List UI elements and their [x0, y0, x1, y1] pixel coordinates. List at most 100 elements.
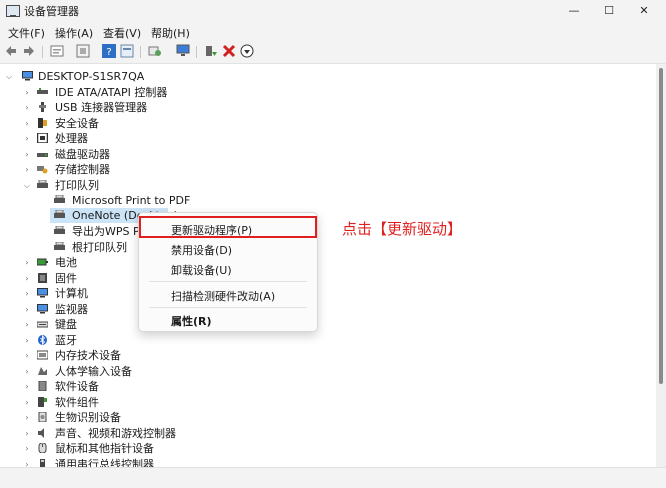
chevron-right-icon[interactable]: ›: [22, 162, 32, 177]
mouse-icon: [38, 443, 47, 453]
tree-item-label: 生物识别设备: [55, 411, 121, 424]
tree-item[interactable]: › 内存技术设备: [0, 348, 300, 363]
tree-item[interactable]: › 存储控制器: [0, 162, 300, 177]
delete-icon[interactable]: [222, 44, 236, 58]
chevron-right-icon[interactable]: ›: [22, 317, 32, 332]
uninstall-device-menu-item[interactable]: 卸载设备(U): [171, 262, 232, 278]
tree-child-item[interactable]: Microsoft Print to PDF: [0, 193, 300, 208]
tree-item-label: 存储控制器: [55, 163, 110, 176]
sound-icon: [38, 428, 44, 438]
tree-item-label: 鼠标和其他指针设备: [55, 442, 154, 455]
scan-icon[interactable]: [148, 44, 162, 58]
menu-view[interactable]: 查看(V): [103, 25, 141, 41]
forward-arrow-icon[interactable]: [22, 44, 36, 58]
title-bar: 设备管理器 — ☐ ✕: [0, 0, 666, 22]
maximize-button[interactable]: ☐: [597, 2, 621, 20]
chevron-right-icon[interactable]: ›: [22, 410, 32, 425]
tree-item-label: 键盘: [55, 318, 77, 331]
printer-icon: [54, 195, 65, 203]
tree-item[interactable]: › 软件设备: [0, 379, 300, 394]
menu-help[interactable]: 帮助(H): [151, 25, 190, 41]
chevron-right-icon[interactable]: ›: [22, 457, 32, 467]
back-arrow-icon[interactable]: [4, 44, 18, 58]
processor-icon: [37, 133, 48, 143]
usb-controller-icon: [40, 459, 45, 467]
tree-item-label: 蓝牙: [55, 334, 77, 347]
tree-item[interactable]: › 磁盘驱动器: [0, 147, 300, 162]
disable-device-menu-item[interactable]: 禁用设备(D): [171, 242, 232, 258]
tree-item[interactable]: › 人体学输入设备: [0, 364, 300, 379]
window-title: 设备管理器: [24, 5, 79, 18]
software-component-icon: [38, 397, 47, 407]
tree-item-label: 磁盘驱动器: [55, 148, 110, 161]
scroll-thumb[interactable]: [659, 68, 663, 384]
toolbar: ?: [0, 41, 666, 64]
vertical-scrollbar[interactable]: [656, 64, 666, 467]
device-tree: ⌵ DESKTOP-S1SR7QA › IDE ATA/ATAPI 控制器 › …: [0, 64, 656, 467]
minimize-button[interactable]: —: [562, 2, 586, 20]
toolbar-separator: [196, 46, 197, 58]
enable-icon[interactable]: [204, 44, 218, 58]
chevron-right-icon[interactable]: ›: [22, 131, 32, 146]
tree-item-label: 人体学输入设备: [55, 365, 132, 378]
properties-menu-item[interactable]: 属性(R): [171, 313, 212, 329]
tree-item[interactable]: › 蓝牙: [0, 333, 300, 348]
chevron-right-icon[interactable]: ›: [22, 116, 32, 131]
tree-item[interactable]: › 通用串行总线控制器: [0, 457, 300, 467]
chevron-right-icon[interactable]: ›: [22, 395, 32, 410]
menu-file[interactable]: 文件(F): [8, 25, 45, 41]
toolbar-separator: [42, 46, 43, 58]
tree-item[interactable]: › 安全设备: [0, 116, 300, 131]
properties-icon[interactable]: [50, 44, 64, 58]
chevron-right-icon[interactable]: ›: [22, 333, 32, 348]
chevron-right-icon[interactable]: ›: [22, 364, 32, 379]
tree-item[interactable]: › 软件组件: [0, 395, 300, 410]
chevron-right-icon[interactable]: ›: [22, 147, 32, 162]
tree-item[interactable]: › 处理器: [0, 131, 300, 146]
tree-item-label: 电池: [55, 256, 77, 269]
chevron-right-icon[interactable]: ›: [22, 85, 32, 100]
tree-item-label: 软件组件: [55, 396, 99, 409]
monitor-icon[interactable]: [176, 44, 190, 58]
tree-item-label: IDE ATA/ATAPI 控制器: [55, 86, 168, 99]
biometric-icon: [38, 412, 47, 422]
tree-item-label: 声音、视频和游戏控制器: [55, 427, 176, 440]
menu-separator: [149, 281, 307, 282]
computer-icon: [22, 71, 33, 81]
chevron-right-icon[interactable]: ›: [22, 286, 32, 301]
chevron-down-icon[interactable]: ⌵: [22, 178, 32, 193]
menu-action[interactable]: 操作(A): [55, 25, 93, 41]
chevron-right-icon[interactable]: ›: [22, 255, 32, 270]
memory-device-icon: [37, 350, 48, 360]
chevron-right-icon[interactable]: ›: [22, 302, 32, 317]
tree-item[interactable]: › 声音、视频和游戏控制器: [0, 426, 300, 441]
download-icon[interactable]: [240, 44, 254, 58]
tree-item-label: 内存技术设备: [55, 349, 121, 362]
bluetooth-icon: [38, 335, 47, 345]
view-icon[interactable]: [120, 44, 134, 58]
tree-item[interactable]: › USB 连接器管理器: [0, 100, 300, 115]
tree-item[interactable]: ⌵ 打印队列: [0, 178, 300, 193]
software-device-icon: [38, 381, 47, 391]
update-icon[interactable]: [76, 44, 90, 58]
close-button[interactable]: ✕: [632, 2, 656, 20]
tree-item[interactable]: › 生物识别设备: [0, 410, 300, 425]
tree-root[interactable]: ⌵ DESKTOP-S1SR7QA: [0, 69, 300, 84]
chevron-right-icon[interactable]: ›: [22, 379, 32, 394]
chevron-right-icon[interactable]: ›: [22, 426, 32, 441]
security-device-icon: [38, 118, 47, 128]
battery-icon: [37, 258, 48, 266]
chevron-right-icon[interactable]: ›: [22, 100, 32, 115]
tree-item[interactable]: › 鼠标和其他指针设备: [0, 441, 300, 456]
chevron-right-icon[interactable]: ›: [22, 348, 32, 363]
tree-item-label: 通用串行总线控制器: [55, 458, 154, 467]
menu-separator: [149, 307, 307, 308]
tree-item[interactable]: › IDE ATA/ATAPI 控制器: [0, 85, 300, 100]
tree-child-label: Microsoft Print to PDF: [72, 194, 191, 207]
chevron-right-icon[interactable]: ›: [22, 441, 32, 456]
chevron-right-icon[interactable]: ›: [22, 271, 32, 286]
chevron-down-icon[interactable]: ⌵: [4, 69, 14, 84]
toolbar-separator: [140, 46, 141, 58]
scan-hardware-menu-item[interactable]: 扫描检测硬件改动(A): [171, 288, 275, 304]
help-icon[interactable]: ?: [102, 44, 116, 58]
